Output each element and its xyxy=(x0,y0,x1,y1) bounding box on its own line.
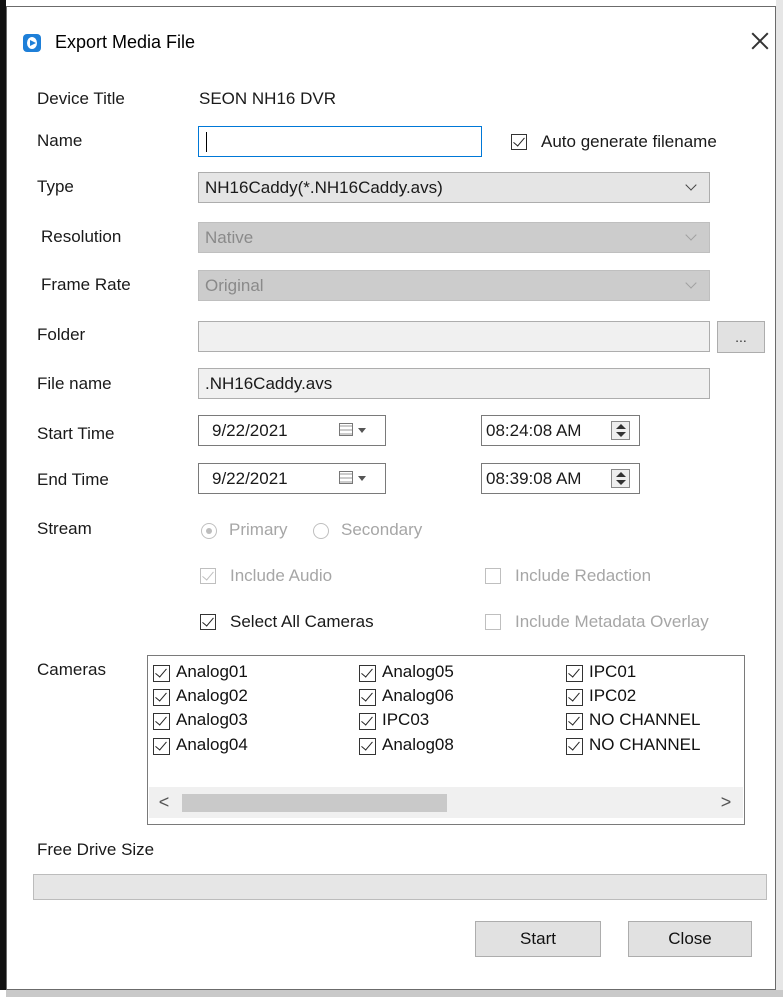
camera-label: IPC03 xyxy=(382,710,430,729)
start-button[interactable]: Start xyxy=(475,921,601,957)
close-icon[interactable] xyxy=(743,24,777,58)
camera-label: Analog01 xyxy=(176,662,248,681)
device-title-label: Device Title xyxy=(37,89,125,108)
camera-checkbox[interactable] xyxy=(153,713,170,730)
close-button[interactable]: Close xyxy=(628,921,752,957)
end-time-picker[interactable]: 08:39:08 AM xyxy=(481,463,640,494)
spin-down-icon[interactable] xyxy=(616,432,626,437)
device-title-value: SEON NH16 DVR xyxy=(199,89,336,108)
text-caret xyxy=(206,132,207,152)
auto-generate-label: Auto generate filename xyxy=(541,132,717,151)
camera-label: Analog08 xyxy=(382,735,454,754)
end-date-value: 9/22/2021 xyxy=(212,469,288,488)
camera-label: Analog06 xyxy=(382,686,454,705)
camera-label: IPC02 xyxy=(589,686,637,705)
include-audio-label: Include Audio xyxy=(230,566,333,585)
spin-up-icon[interactable] xyxy=(616,472,626,477)
include-redaction-label: Include Redaction xyxy=(515,566,652,585)
camera-label: IPC01 xyxy=(589,662,637,681)
auto-generate-checkbox[interactable] xyxy=(511,134,527,150)
include-audio-checkbox[interactable] xyxy=(200,568,216,584)
folder-label: Folder xyxy=(37,325,86,344)
include-redaction-checkbox[interactable] xyxy=(485,568,501,584)
type-select[interactable]: NH16Caddy(*.NH16Caddy.avs) xyxy=(198,172,710,203)
select-all-cameras-checkbox[interactable] xyxy=(200,614,216,630)
camera-checkbox[interactable] xyxy=(566,665,583,682)
horizontal-scrollbar[interactable]: < > xyxy=(149,787,743,818)
spin-up-icon[interactable] xyxy=(616,424,626,429)
stream-label: Stream xyxy=(37,519,92,538)
spin-down-icon[interactable] xyxy=(616,480,626,485)
frame-rate-label: Frame Rate xyxy=(41,275,131,294)
window-right-edge xyxy=(776,0,783,997)
start-time-label: Start Time xyxy=(37,424,115,443)
resolution-select[interactable]: Native xyxy=(198,222,710,253)
name-input[interactable] xyxy=(198,126,482,157)
camera-checkbox[interactable] xyxy=(359,689,376,706)
select-all-cameras-label: Select All Cameras xyxy=(230,612,374,631)
include-metadata-overlay-checkbox[interactable] xyxy=(485,614,501,630)
include-metadata-overlay-label: Include Metadata Overlay xyxy=(515,612,709,631)
camera-checkbox[interactable] xyxy=(359,665,376,682)
chevron-down-icon xyxy=(685,229,697,241)
stream-primary-label: Primary xyxy=(229,520,288,539)
start-time-picker[interactable]: 08:24:08 AM xyxy=(481,415,640,446)
end-date-picker[interactable]: 9/22/2021 xyxy=(198,463,386,494)
camera-label: Analog05 xyxy=(382,662,454,681)
browse-folder-button[interactable]: ... xyxy=(717,321,765,353)
chevron-down-icon[interactable] xyxy=(358,428,366,433)
camera-checkbox[interactable] xyxy=(359,738,376,755)
window-bottom-edge xyxy=(6,990,783,997)
calendar-icon[interactable] xyxy=(339,423,353,436)
export-media-dialog: Export Media File Device Title SEON NH16… xyxy=(6,6,776,990)
camera-checkbox[interactable] xyxy=(566,689,583,706)
file-name-value: .NH16Caddy.avs xyxy=(205,374,333,393)
type-label: Type xyxy=(37,177,74,196)
stream-secondary-radio[interactable] xyxy=(313,523,329,539)
start-time-value: 08:24:08 AM xyxy=(486,421,582,440)
chevron-down-icon xyxy=(685,277,697,289)
frame-rate-select[interactable]: Original xyxy=(198,270,710,301)
file-name-label: File name xyxy=(37,374,112,393)
chevron-down-icon xyxy=(685,179,697,191)
camera-checkbox[interactable] xyxy=(359,713,376,730)
camera-checkbox[interactable] xyxy=(153,665,170,682)
time-spinner[interactable] xyxy=(611,469,630,488)
camera-label: NO CHANNEL xyxy=(589,710,701,729)
folder-input[interactable] xyxy=(198,321,710,352)
camera-label: Analog04 xyxy=(176,735,248,754)
camera-label: Analog02 xyxy=(176,686,248,705)
camera-checkbox[interactable] xyxy=(566,713,583,730)
stream-primary-radio[interactable] xyxy=(201,523,217,539)
frame-rate-select-value: Original xyxy=(205,276,264,295)
start-date-picker[interactable]: 9/22/2021 xyxy=(198,415,386,446)
camera-label: NO CHANNEL xyxy=(589,735,701,754)
scroll-thumb[interactable] xyxy=(182,794,447,812)
camera-label: Analog03 xyxy=(176,710,248,729)
free-drive-size-label: Free Drive Size xyxy=(37,840,155,859)
calendar-icon[interactable] xyxy=(339,471,353,484)
cameras-label: Cameras xyxy=(37,660,106,679)
file-name-input[interactable]: .NH16Caddy.avs xyxy=(198,368,710,399)
app-play-icon xyxy=(23,34,41,52)
type-select-value: NH16Caddy(*.NH16Caddy.avs) xyxy=(205,178,443,197)
camera-checkbox[interactable] xyxy=(566,738,583,755)
dialog-title: Export Media File xyxy=(55,32,196,52)
end-time-value: 08:39:08 AM xyxy=(486,469,582,488)
chevron-down-icon[interactable] xyxy=(358,476,366,481)
scroll-left-icon[interactable]: < xyxy=(153,787,175,818)
scroll-right-icon[interactable]: > xyxy=(715,787,737,818)
end-time-label: End Time xyxy=(37,470,109,489)
free-drive-progress-bar xyxy=(33,874,767,900)
start-date-value: 9/22/2021 xyxy=(212,421,288,440)
name-label: Name xyxy=(37,131,83,150)
resolution-select-value: Native xyxy=(205,228,254,247)
camera-checkbox[interactable] xyxy=(153,689,170,706)
title-bar: Export Media File xyxy=(7,7,775,75)
camera-checkbox[interactable] xyxy=(153,738,170,755)
resolution-label: Resolution xyxy=(41,227,122,246)
time-spinner[interactable] xyxy=(611,421,630,440)
stream-secondary-label: Secondary xyxy=(341,520,423,539)
camera-list[interactable]: Analog01 Analog02 Analog03 Analog04 Anal… xyxy=(147,655,745,825)
